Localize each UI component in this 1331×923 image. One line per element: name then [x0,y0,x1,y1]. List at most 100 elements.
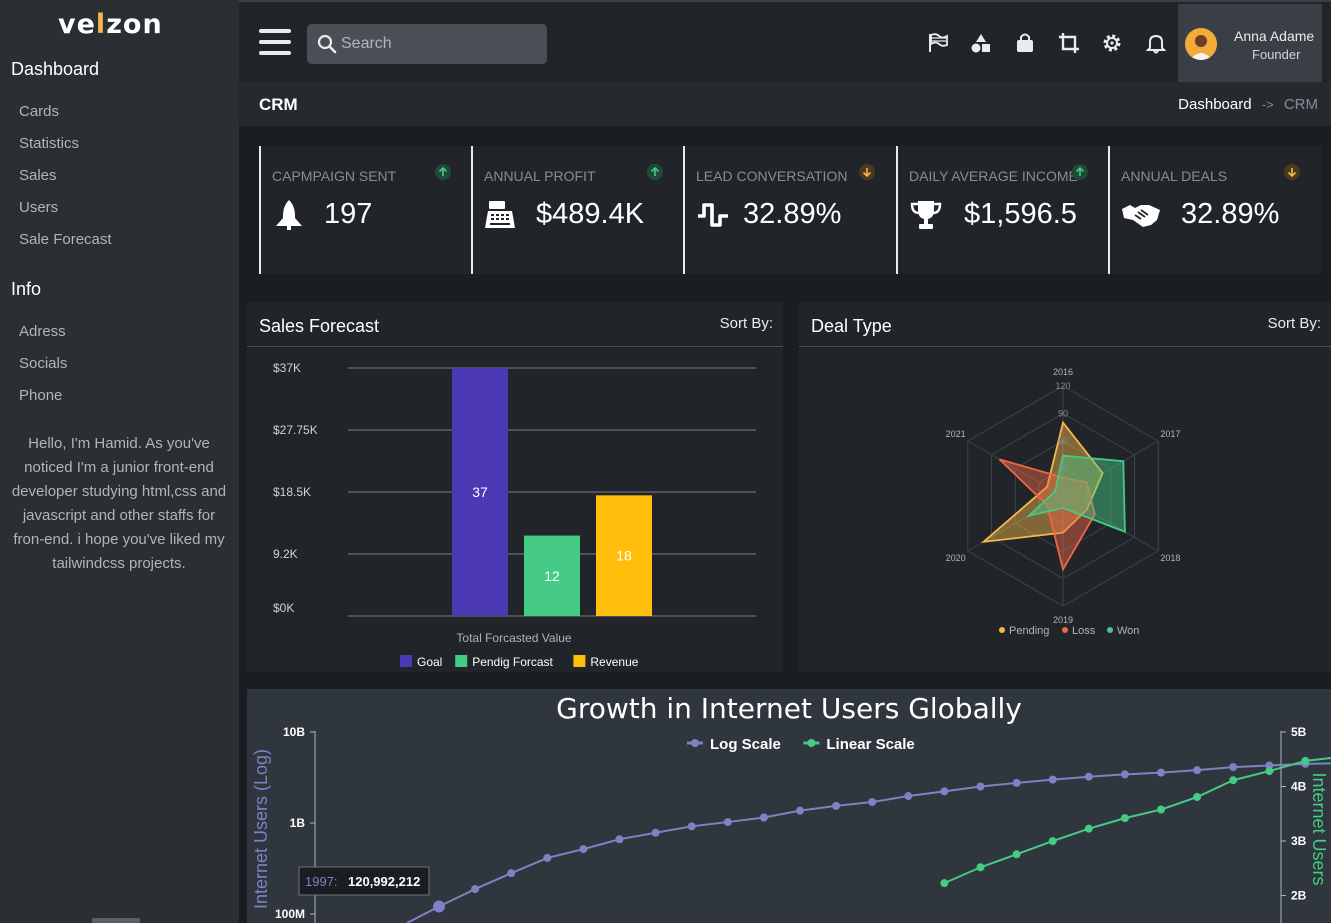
user-profile-dropdown[interactable]: Anna Adame Founder [1178,4,1322,84]
legend-marker [807,739,816,747]
search-input[interactable] [341,24,541,64]
sidebar-item-sale-forecast[interactable]: Sale Forecast [19,231,112,248]
data-point [579,845,588,854]
legend-label: Log Scale [710,736,781,753]
handshake-icon [1122,205,1160,227]
radar-r-tick: 60 [1058,436,1068,446]
breadcrumb-crm: CRM [1283,96,1318,113]
radar-r-tick: 90 [1058,409,1068,419]
bell-icon[interactable] [1145,32,1167,54]
flag-icon[interactable] [927,32,949,54]
stat-card-annual-deals: ANNUAL DEALS 32.89% [1108,146,1320,274]
data-label: 18 [616,548,632,564]
legend-label: Revenue [590,655,638,669]
sidebar-scrollbar[interactable] [92,918,140,923]
radar-category-label: 2017 [1160,429,1180,439]
legend-label: Won [1117,625,1139,637]
y-right-tick-label: 2B [1291,889,1307,903]
stat-label: ANNUAL DEALS [1121,168,1228,184]
shapes-icon[interactable] [970,32,992,54]
internet-growth-chart-panel: Growth in Internet Users Globally Log Sca… [247,689,1331,923]
sidebar-item-statistics[interactable]: Statistics [19,135,79,152]
legend-label: Linear Scale [826,736,914,753]
data-point [1012,850,1021,859]
sidebar-item-socials[interactable]: Socials [19,355,67,372]
y-right-tick-label: 3B [1291,834,1307,848]
page-title: CRM [259,95,298,114]
legend-label: Pendig Forcast [472,655,553,669]
y-left-tick-label: 100M [275,907,305,921]
sidebar-item-cards[interactable]: Cards [19,103,59,120]
logo-text-post: zon [106,9,163,40]
rocket-icon [276,200,302,230]
radar-category-label: 2016 [1053,367,1073,377]
stat-label: CAPMPAIGN SENT [272,168,397,184]
breadcrumb-dashboard[interactable]: Dashboard [1178,96,1251,113]
data-label: 37 [472,484,488,500]
tooltip-value: 120,992,212 [348,874,420,889]
deal-type-radar-chart: 2016 2017 2018 2019 2020 2021 0 30 60 90 120 Pendin… [946,367,1181,637]
page-title-bar: CRM Dashboard -> CRM [239,82,1331,126]
stat-label: DAILY AVERAGE INCOME [909,168,1078,184]
logo-text-pre: ve [58,9,96,40]
data-point [1193,766,1202,775]
data-point [507,869,516,878]
data-point [868,798,877,807]
sales-forecast-panel: Sales Forecast Sort By: $0K 9.2K $18.5K $27… [247,302,783,672]
data-point [615,835,624,844]
stat-card-annual-profit: ANNUAL PROFIT $489.4K [471,146,683,274]
y-tick-label: $27.75K [273,423,318,437]
data-point [832,801,841,810]
trophy-icon [910,201,942,229]
sidebar-item-adress[interactable]: Adress [19,323,66,340]
sidebar-about-text: Hello, I'm Hamid. As you've noticed I'm … [11,435,227,572]
stat-value: $489.4K [536,198,645,230]
hamburger-menu-icon[interactable] [259,29,291,55]
tooltip-label: 1997: [305,874,338,889]
legend-label: Loss [1072,625,1096,637]
stat-card-lead-conversation: LEAD CONVERSATION 32.89% [683,146,895,274]
avatar [1185,28,1217,60]
data-point [1301,756,1310,765]
stat-card-campaign: CAPMPAIGN SENT 197 [259,146,471,274]
data-point [940,879,949,888]
data-point [904,792,913,801]
legend-swatch [400,655,412,667]
data-point [796,806,804,815]
crop-icon[interactable] [1058,32,1080,54]
sidebar-item-phone[interactable]: Phone [19,387,62,404]
legend-marker [1062,627,1068,633]
series-line-log-scale [438,762,1331,908]
y-right-axis-label: Internet Users [1309,772,1329,885]
sales-forecast-chart: $0K 9.2K $18.5K $27.75K $37K 37 12 18 Total Forc… [273,361,756,669]
shopping-bag-icon[interactable] [1014,32,1036,54]
stat-value: $1,596.5 [964,198,1077,230]
cash-register-icon [485,201,515,228]
data-point [976,782,985,791]
sort-by-dropdown[interactable]: Sort By: [1268,315,1321,332]
gear-icon[interactable] [1101,32,1123,54]
data-point [543,853,552,862]
radar-category-label: 2018 [1160,553,1180,563]
sort-by-dropdown[interactable]: Sort By: [720,315,773,332]
panel-title: Sales Forecast [259,316,380,336]
internet-growth-chart: Growth in Internet Users Globally Log Sca… [251,692,1331,923]
data-point [1120,814,1129,823]
data-point [651,828,660,837]
pulse-icon [698,203,728,227]
data-point [1193,793,1202,802]
stat-label: LEAD CONVERSATION [696,168,848,184]
data-point [759,813,768,822]
sidebar-item-users[interactable]: Users [19,199,58,216]
legend-label: Goal [417,655,442,669]
brand-logo[interactable]: velzon [58,9,163,40]
legend-marker [999,627,1005,633]
data-point [1012,778,1021,787]
y-tick-label: 9.2K [273,547,298,561]
sidebar-item-sales[interactable]: Sales [19,167,57,184]
stat-value: 32.89% [1181,198,1280,230]
legend-swatch [573,655,586,667]
arrow-down-icon [859,164,875,180]
data-point [1084,772,1093,781]
x-axis-label: Total Forcasted Value [456,631,571,645]
